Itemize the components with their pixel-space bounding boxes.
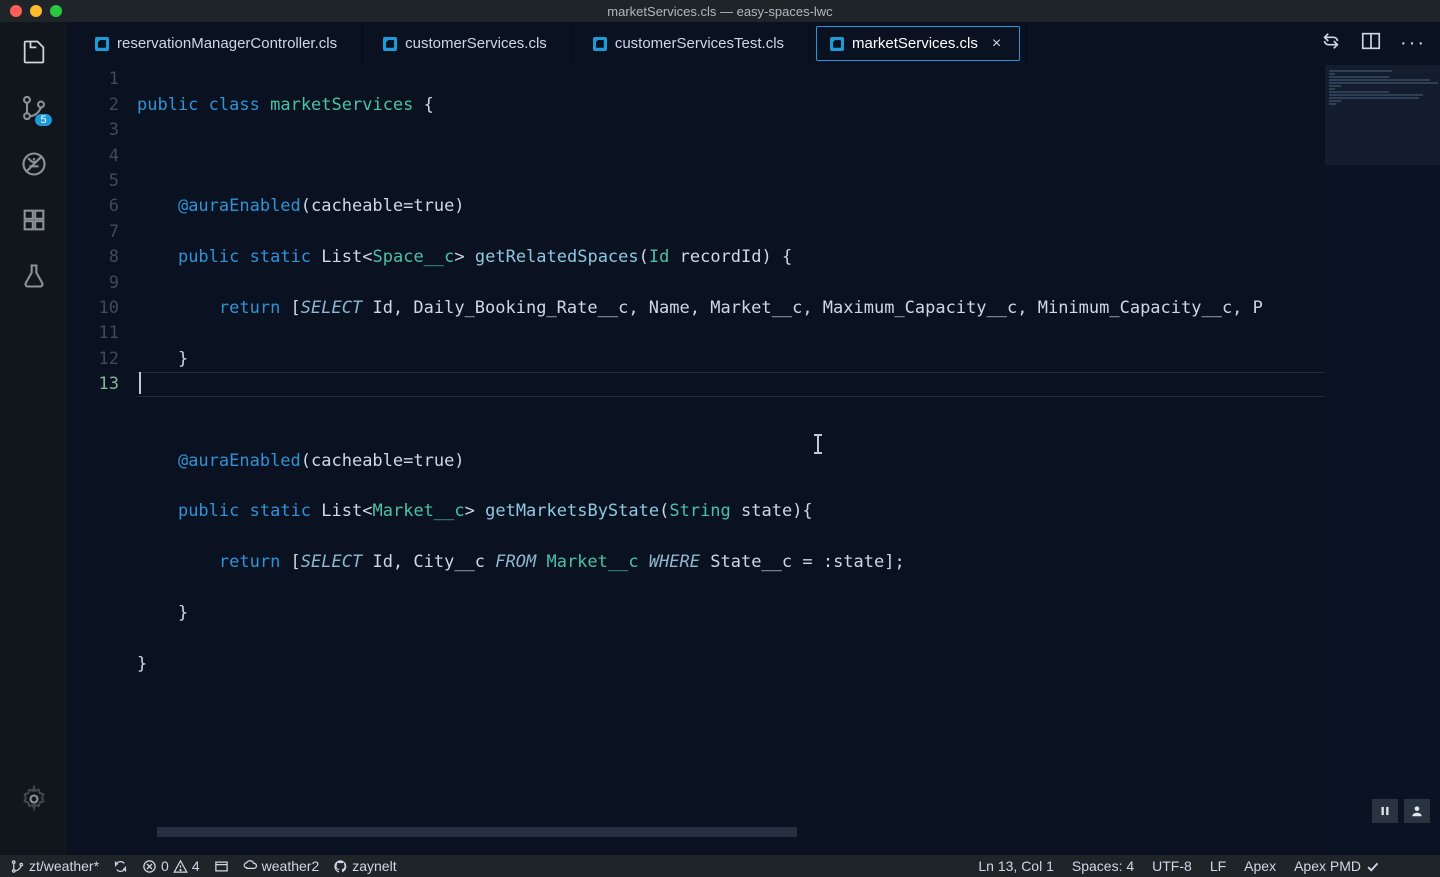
- window-controls: [0, 5, 62, 17]
- current-line-highlight: [137, 372, 1325, 397]
- status-bar: zt/weather* 0 4 weather2 zaynelt Ln 13, …: [0, 855, 1440, 877]
- code-content[interactable]: public class marketServices { @auraEnabl…: [137, 65, 1325, 855]
- warning-count: 4: [192, 858, 200, 874]
- window-close-button[interactable]: [10, 5, 22, 17]
- tab-label: customerServicesTest.cls: [615, 35, 784, 52]
- split-editor-icon[interactable]: [1360, 30, 1382, 57]
- line-number: 7: [67, 220, 119, 245]
- language-mode[interactable]: Apex: [1244, 858, 1276, 874]
- overlay-controls: [1372, 799, 1430, 823]
- compare-changes-icon[interactable]: [1320, 30, 1342, 57]
- code-line: public static List<Space__c> getRelatedS…: [137, 245, 1325, 270]
- editor-group: reservationManagerController.cls custome…: [67, 22, 1440, 855]
- text-cursor: [139, 372, 141, 394]
- account-icon[interactable]: [1404, 799, 1430, 823]
- window-maximize-button[interactable]: [50, 5, 62, 17]
- code-line: [137, 144, 1325, 169]
- tab-customer-services[interactable]: customerServices.cls: [363, 22, 573, 65]
- line-number: 9: [67, 271, 119, 296]
- tab-bar: reservationManagerController.cls custome…: [67, 22, 1440, 65]
- title-bar: marketServices.cls — easy-spaces-lwc: [0, 0, 1440, 22]
- source-control-icon[interactable]: 5: [18, 92, 50, 124]
- line-number: 13: [67, 372, 119, 397]
- linter-status[interactable]: Apex PMD: [1294, 858, 1380, 874]
- encoding-status[interactable]: UTF-8: [1152, 858, 1192, 874]
- code-line: }: [137, 347, 1325, 372]
- settings-gear-icon[interactable]: [18, 783, 50, 815]
- tab-customer-services-test[interactable]: customerServicesTest.cls: [573, 22, 810, 65]
- org-status[interactable]: weather2: [243, 858, 320, 874]
- git-branch-status[interactable]: zt/weather*: [10, 858, 99, 874]
- horizontal-scrollbar[interactable]: [157, 827, 797, 837]
- code-line: [137, 703, 1325, 728]
- indentation-status[interactable]: Spaces: 4: [1072, 858, 1134, 874]
- line-number: 6: [67, 194, 119, 219]
- code-line: }: [137, 652, 1325, 677]
- code-line: public class marketServices {: [137, 93, 1325, 118]
- activity-bar: 5: [0, 22, 67, 855]
- salesforce-file-icon: [95, 37, 109, 51]
- code-line: @auraEnabled(cacheable=true): [137, 194, 1325, 219]
- problems-status[interactable]: 0 4: [142, 858, 200, 874]
- scm-badge: 5: [35, 114, 51, 126]
- tab-bar-actions: ···: [1320, 22, 1440, 65]
- pause-icon[interactable]: [1372, 799, 1398, 823]
- beaker-icon[interactable]: [18, 260, 50, 292]
- tab-reservation-manager[interactable]: reservationManagerController.cls: [75, 22, 363, 65]
- code-line: @auraEnabled(cacheable=true): [137, 449, 1325, 474]
- line-number: 12: [67, 347, 119, 372]
- explorer-icon[interactable]: [18, 36, 50, 68]
- line-number: 4: [67, 144, 119, 169]
- window-title: marketServices.cls — easy-spaces-lwc: [0, 4, 1440, 19]
- close-tab-icon[interactable]: ×: [992, 35, 1001, 53]
- error-count: 0: [161, 858, 169, 874]
- window-minimize-button[interactable]: [30, 5, 42, 17]
- sync-icon[interactable]: [113, 859, 128, 874]
- line-number: 10: [67, 296, 119, 321]
- panel-toggle-icon[interactable]: [214, 859, 229, 874]
- salesforce-file-icon: [593, 37, 607, 51]
- minimap-viewport[interactable]: [1325, 65, 1440, 165]
- minimap[interactable]: [1325, 65, 1440, 855]
- tab-label: reservationManagerController.cls: [117, 35, 337, 52]
- org-name: weather2: [262, 858, 320, 874]
- line-number: 5: [67, 169, 119, 194]
- main-layout: 5 reservationManagerController.cls custo…: [0, 22, 1440, 855]
- code-line: return [SELECT Id, Daily_Booking_Rate__c…: [137, 296, 1325, 321]
- editor-area[interactable]: 1 2 3 4 5 6 7 8 9 10 11 12 13 public cla…: [67, 65, 1440, 855]
- branch-name: zt/weather*: [29, 858, 99, 874]
- line-number-gutter: 1 2 3 4 5 6 7 8 9 10 11 12 13: [67, 65, 137, 855]
- code-line: }: [137, 601, 1325, 626]
- code-line: public static List<Market__c> getMarkets…: [137, 499, 1325, 524]
- cursor-position[interactable]: Ln 13, Col 1: [978, 858, 1054, 874]
- github-user: zaynelt: [352, 858, 396, 874]
- salesforce-file-icon: [830, 37, 844, 51]
- tab-label: marketServices.cls: [852, 35, 978, 52]
- code-line: return [SELECT Id, City__c FROM Market__…: [137, 550, 1325, 575]
- github-status[interactable]: zaynelt: [333, 858, 396, 874]
- mouse-ibeam-cursor: [817, 435, 819, 453]
- line-number: 1: [67, 67, 119, 92]
- tab-market-services[interactable]: marketServices.cls ×: [810, 22, 1027, 65]
- tab-label: customerServices.cls: [405, 35, 547, 52]
- line-number: 2: [67, 93, 119, 118]
- extensions-icon[interactable]: [18, 204, 50, 236]
- eol-status[interactable]: LF: [1210, 858, 1226, 874]
- salesforce-file-icon: [383, 37, 397, 51]
- debug-disabled-icon[interactable]: [18, 148, 50, 180]
- more-actions-icon[interactable]: ···: [1400, 32, 1426, 55]
- code-line: [137, 398, 1325, 423]
- line-number: 8: [67, 245, 119, 270]
- line-number: 11: [67, 321, 119, 346]
- line-number: 3: [67, 118, 119, 143]
